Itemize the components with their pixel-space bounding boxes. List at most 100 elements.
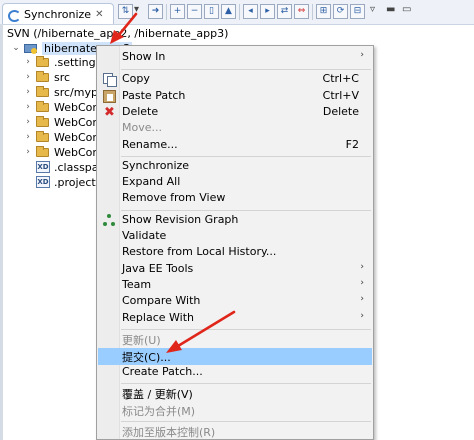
- folder-icon: [36, 146, 50, 158]
- both-modes-icon[interactable]: ⇄: [277, 4, 292, 19]
- copy-icon: [103, 73, 117, 87]
- menu-item-expand-all[interactable]: Expand All: [98, 174, 372, 191]
- menu-item-label: Synchronize: [122, 159, 190, 172]
- menu-item-update[interactable]: 更新(U): [98, 331, 372, 348]
- menu-separator: [121, 69, 371, 70]
- project-icon: [24, 42, 38, 54]
- expand-all-icon[interactable]: +: [170, 4, 185, 19]
- tree-item[interactable]: › WebCon: [0, 99, 99, 115]
- folder-icon: [36, 86, 50, 98]
- menu-item-show-revision-graph[interactable]: Show Revision Graph: [98, 212, 372, 229]
- pin-icon[interactable]: ▯: [204, 4, 219, 19]
- menu-item-override-update[interactable]: 覆盖 / 更新(V): [98, 385, 372, 402]
- menu-item-mark-merged[interactable]: 标记为合并(M): [98, 402, 372, 419]
- submenu-arrow-icon: ›: [360, 278, 364, 288]
- chevron-right-icon[interactable]: ›: [22, 57, 34, 67]
- tree-item[interactable]: › WebCon: [0, 114, 99, 130]
- chevron-right-icon[interactable]: ›: [22, 117, 34, 127]
- menu-item-label: Expand All: [122, 175, 181, 188]
- go-next-icon[interactable]: ➜: [148, 4, 163, 19]
- svn-path-label: SVN (/hibernate_app2, /hibernate_app3): [7, 27, 229, 40]
- menu-item-java-ee-tools[interactable]: Java EE Tools ›: [98, 261, 372, 278]
- menu-item-commit[interactable]: 提交(C)...: [98, 348, 372, 365]
- view-menu-icon[interactable]: ▿: [370, 4, 375, 15]
- menu-separator: [121, 156, 371, 157]
- paste-icon: [103, 90, 116, 103]
- submenu-arrow-icon: ›: [360, 294, 364, 304]
- chevron-right-icon[interactable]: ›: [22, 147, 34, 157]
- tree-item-label: WebCon: [54, 100, 100, 114]
- menu-item-label: Validate: [122, 229, 167, 242]
- menu-item-label: Team: [122, 278, 152, 291]
- folder-icon: [36, 56, 50, 68]
- menu-item-add-to-version-control[interactable]: 添加至版本控制(R): [98, 423, 372, 440]
- menu-item-shortcut: Delete: [322, 105, 359, 118]
- chevron-down-icon[interactable]: ⌄: [10, 43, 22, 53]
- tree-item[interactable]: › src/mypa: [0, 84, 105, 100]
- menu-item-rename[interactable]: Rename... F2: [98, 137, 372, 154]
- incoming-mode-icon[interactable]: ◂: [243, 4, 258, 19]
- submenu-arrow-icon: ›: [360, 311, 364, 321]
- menu-item-move[interactable]: Move...: [98, 120, 372, 137]
- outgoing-mode-icon[interactable]: ▸: [260, 4, 275, 19]
- chevron-right-icon[interactable]: ›: [22, 102, 34, 112]
- history-icon[interactable]: ⊟: [350, 4, 365, 19]
- menu-item-label: Remove from View: [122, 191, 226, 204]
- menu-item-copy[interactable]: Copy Ctrl+C: [98, 71, 372, 88]
- tree-item[interactable]: › WebCon: [0, 144, 99, 160]
- folder-icon: [36, 116, 50, 128]
- tree-item[interactable]: XD .project: [0, 174, 96, 190]
- menu-item-restore-local-history[interactable]: Restore from Local History...: [98, 244, 372, 261]
- synchronize-mode-icon[interactable]: ⇅: [118, 4, 133, 19]
- tree-item[interactable]: › src: [0, 69, 70, 85]
- chevron-right-icon[interactable]: ›: [22, 132, 34, 142]
- tree-item-label: WebCon: [54, 130, 100, 144]
- menu-item-label: Restore from Local History...: [122, 245, 277, 258]
- refresh-icon[interactable]: ⟳: [333, 4, 348, 19]
- minimize-icon[interactable]: ▬: [386, 4, 395, 15]
- menu-item-remove-from-view[interactable]: Remove from View: [98, 190, 372, 207]
- close-icon[interactable]: ✕: [95, 9, 103, 20]
- menu-item-label: Copy: [122, 72, 150, 85]
- conflicts-mode-icon[interactable]: ⇔: [294, 4, 309, 19]
- arrow-up-icon[interactable]: ▲: [221, 4, 236, 19]
- chevron-down-icon[interactable]: ▾: [134, 4, 139, 15]
- context-menu: Show In › Copy Ctrl+C Paste Patch Ctrl+V…: [96, 45, 374, 440]
- menu-item-label: 覆盖 / 更新(V): [122, 388, 193, 401]
- folder-icon: [36, 101, 50, 113]
- chevron-right-icon[interactable]: ›: [22, 72, 34, 82]
- tree-item[interactable]: › .settings: [0, 54, 101, 70]
- menu-item-label: Paste Patch: [122, 89, 186, 102]
- menu-item-label: Delete: [122, 105, 159, 118]
- synchronize-view-tab[interactable]: Synchronize ✕: [2, 3, 114, 24]
- toolbar-separator: [166, 4, 167, 20]
- pin-view-icon[interactable]: ⊞: [316, 4, 331, 19]
- menu-item-compare-with[interactable]: Compare With ›: [98, 293, 372, 310]
- menu-item-synchronize[interactable]: Synchronize: [98, 158, 372, 175]
- toolbar-separator: [312, 4, 313, 20]
- menu-item-team[interactable]: Team ›: [98, 277, 372, 294]
- submenu-arrow-icon: ›: [360, 262, 364, 272]
- xml-file-icon: XD: [36, 176, 50, 188]
- tree-item[interactable]: XD .classpat: [0, 159, 103, 175]
- menu-item-validate[interactable]: Validate: [98, 228, 372, 245]
- menu-item-label: Show In: [122, 50, 166, 63]
- view-tab-title: Synchronize: [24, 7, 92, 21]
- maximize-icon[interactable]: ▭: [402, 4, 411, 15]
- menu-item-show-in[interactable]: Show In ›: [98, 49, 372, 66]
- xml-file-icon: XD: [36, 161, 50, 173]
- menu-item-replace-with[interactable]: Replace With ›: [98, 310, 372, 327]
- menu-item-create-patch[interactable]: Create Patch...: [98, 364, 372, 381]
- collapse-all-icon[interactable]: −: [187, 4, 202, 19]
- chevron-right-icon[interactable]: ›: [22, 87, 34, 97]
- view-tab-bar: Synchronize ✕ ⇅ ▾ ➜ + − ▯ ▲ ◂ ▸ ⇄ ⇔ ⊞ ⟳ …: [0, 0, 474, 25]
- menu-item-shortcut: F2: [345, 138, 359, 151]
- synchronize-icon: [7, 7, 21, 22]
- menu-item-label: Move...: [122, 121, 162, 134]
- tree-item[interactable]: › WebCon: [0, 129, 99, 145]
- menu-item-paste-patch[interactable]: Paste Patch Ctrl+V: [98, 88, 372, 105]
- menu-item-delete[interactable]: ✖ Delete Delete: [98, 104, 372, 121]
- menu-separator: [121, 210, 371, 211]
- menu-item-label: 更新(U): [122, 334, 161, 347]
- menu-item-label: Create Patch...: [122, 365, 203, 378]
